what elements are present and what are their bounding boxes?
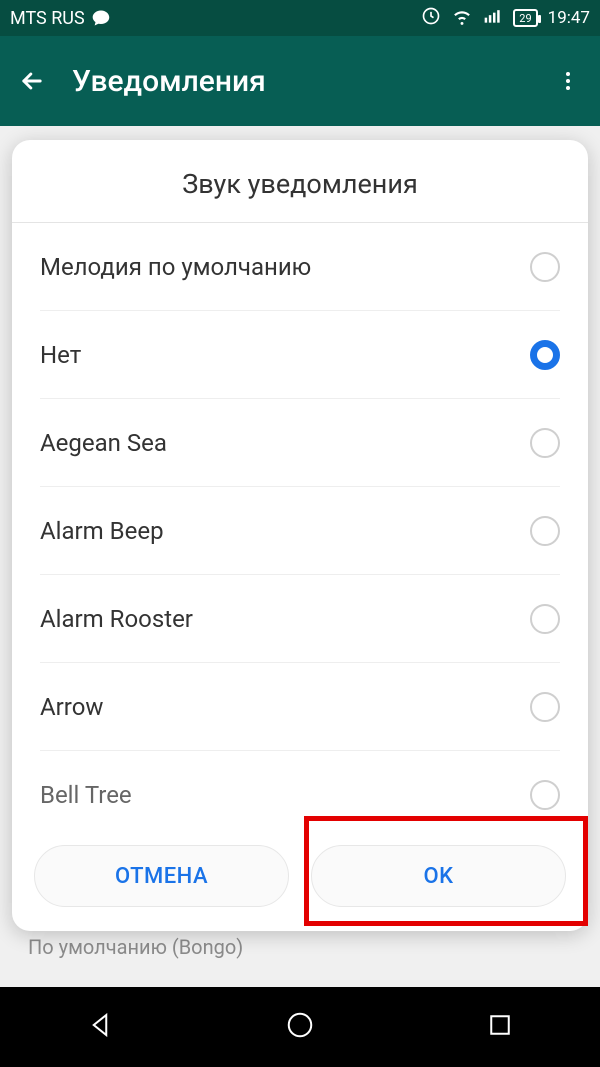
sound-option-label: Alarm Beep <box>40 517 164 545</box>
sound-picker-dialog: Звук уведомления Мелодия по умолчанию Нет… <box>12 140 588 931</box>
cancel-button[interactable]: ОТМЕНА <box>34 845 289 907</box>
more-button[interactable] <box>554 67 582 95</box>
sound-option[interactable]: Alarm Beep <box>40 487 560 575</box>
app-bar: Уведомления <box>0 36 600 126</box>
radio-icon[interactable] <box>530 428 560 458</box>
nav-bar <box>0 987 600 1067</box>
sound-option[interactable]: Aegean Sea <box>40 399 560 487</box>
chat-icon <box>91 8 111 28</box>
status-bar: MTS RUS 29 19:47 <box>0 0 600 36</box>
sound-option-label: Aegean Sea <box>40 429 167 457</box>
radio-icon[interactable] <box>530 340 560 370</box>
radio-icon[interactable] <box>530 780 560 810</box>
signal-icon <box>483 6 503 31</box>
sound-option-label: Мелодия по умолчанию <box>40 253 311 281</box>
radio-icon[interactable] <box>530 604 560 634</box>
battery-indicator: 29 <box>513 9 537 27</box>
clock: 19:47 <box>548 8 590 28</box>
radio-icon[interactable] <box>530 516 560 546</box>
dnd-icon <box>421 6 441 31</box>
sound-option-label: Alarm Rooster <box>40 605 193 633</box>
sound-option[interactable]: Нет <box>40 311 560 399</box>
nav-home-icon[interactable] <box>285 1010 315 1044</box>
sound-option-label: Нет <box>40 341 81 369</box>
wifi-icon <box>451 5 473 32</box>
page-title: Уведомления <box>72 64 266 99</box>
sound-option[interactable]: Мелодия по умолчанию <box>40 223 560 311</box>
radio-icon[interactable] <box>530 252 560 282</box>
nav-back-icon[interactable] <box>85 1010 115 1044</box>
setting-subtitle: По умолчанию (Bongo) <box>28 935 572 959</box>
radio-icon[interactable] <box>530 692 560 722</box>
back-button[interactable] <box>18 67 46 95</box>
dialog-list[interactable]: Мелодия по умолчанию Нет Aegean Sea Alarm B… <box>12 223 588 825</box>
nav-recent-icon[interactable] <box>485 1010 515 1044</box>
sound-option[interactable]: Bell Tree <box>40 751 560 825</box>
sound-option-label: Bell Tree <box>40 781 132 809</box>
dialog-title: Звук уведомления <box>12 140 588 223</box>
sound-option[interactable]: Alarm Rooster <box>40 575 560 663</box>
sound-option[interactable]: Arrow <box>40 663 560 751</box>
ok-button[interactable]: OK <box>311 845 566 907</box>
sound-option-label: Arrow <box>40 693 103 721</box>
carrier-label: MTS RUS <box>10 8 85 29</box>
